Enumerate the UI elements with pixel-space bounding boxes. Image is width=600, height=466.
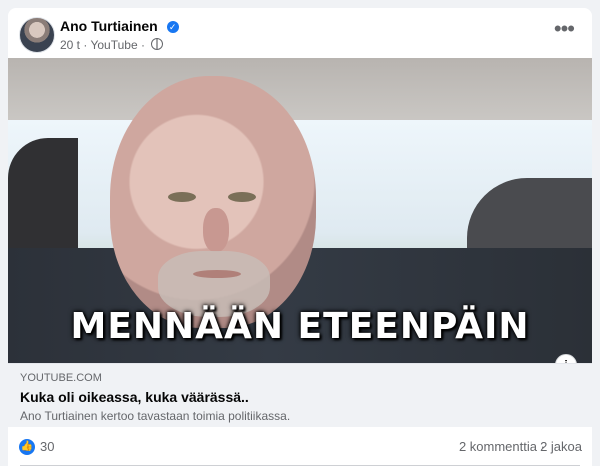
video-thumbnail[interactable]: MENNÄÄN ETEENPÄIN i [8, 58, 592, 363]
post-source[interactable]: YouTube [90, 38, 137, 52]
comments-count[interactable]: 2 kommenttia [459, 439, 537, 454]
facebook-post: Ano Turtiainen ✓ 20 t · YouTube · ••• ME… [8, 8, 592, 466]
like-count[interactable]: 30 [40, 439, 54, 454]
post-meta: 20 t · YouTube · [60, 38, 164, 52]
link-description: Ano Turtiainen kertoo tavastaan toimia p… [20, 409, 291, 423]
like-icon[interactable]: 👍 [19, 439, 35, 455]
shares-count[interactable]: 2 jakoa [540, 439, 582, 454]
author-name-label[interactable]: Ano Turtiainen [60, 18, 158, 34]
verified-badge-icon: ✓ [166, 21, 179, 33]
post-header: Ano Turtiainen ✓ 20 t · YouTube · ••• [8, 8, 592, 58]
mouth-image [193, 270, 241, 278]
post-time[interactable]: 20 t [60, 38, 80, 52]
more-options-button[interactable]: ••• [554, 18, 575, 40]
right-eye-image [228, 192, 256, 202]
meta-separator-2: · [140, 38, 145, 52]
meta-separator: · [83, 38, 88, 52]
post-stats: 👍 30 2 kommenttia · 2 jakoa [8, 427, 592, 466]
author-avatar[interactable] [19, 17, 55, 53]
video-overlay-title: MENNÄÄN ETEENPÄIN [70, 306, 530, 347]
link-source: YOUTUBE.COM [20, 372, 102, 384]
person-head-image [110, 76, 316, 328]
nose-image [203, 208, 229, 252]
globe-icon [151, 38, 164, 50]
left-eye-image [168, 192, 196, 202]
author-name[interactable]: Ano Turtiainen ✓ [60, 18, 179, 34]
link-preview[interactable]: YOUTUBE.COM Kuka oli oikeassa, kuka väär… [8, 363, 592, 427]
link-title[interactable]: Kuka oli oikeassa, kuka väärässä.. [20, 389, 249, 405]
